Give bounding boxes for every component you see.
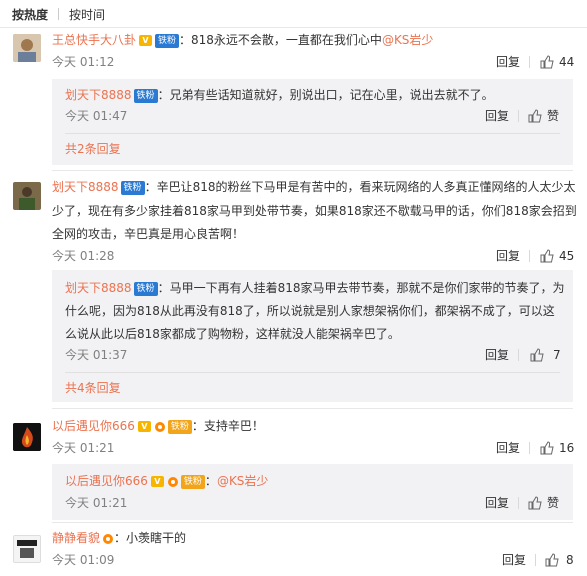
crown-icon [103,533,114,544]
action-divider [535,554,536,566]
comment-body-line: 全网的攻击，辛巴真是用心良苦啊！ [52,227,245,241]
comment-text: 划天下8888 铁粉 ：辛巴让818的粉丝下马甲是有苦中的，看来玩网络的人多真正懂网… [52,177,577,197]
comment-body: ：支持辛巴！ [191,419,264,433]
comment-body: ：818永远不会散，一直都在我们心中 [179,33,382,47]
username[interactable]: 静静看貌 [52,531,100,545]
reply-time: 今天 01:37 [65,348,128,362]
reply-button[interactable]: 回复 [485,345,509,365]
like-count: 45 [559,249,575,263]
flame-avatar-icon [13,423,41,451]
fan-badge: 铁粉 [133,281,158,296]
divider [52,408,573,409]
username[interactable]: 以后遇见你666 [65,474,148,488]
reply-body-line: 么说从此以后818家都成了购物粉，这样就没人能架祸辛巴了。 [65,327,400,341]
comment-time: 今天 01:12 [52,55,115,69]
reply-text: 以后遇见你666 V 铁粉 ：@KS岩少 [65,471,565,491]
comment-text: 静静看貌 ：小羡瞎干的 [52,528,577,548]
reply-text: 划天下8888 铁粉 ：兄弟有些话知道就好，别说出口，记在心里，说出去就不了。 [65,85,565,105]
action-divider [529,56,530,68]
reply-button[interactable]: 回复 [502,550,526,570]
reply-body: ：兄弟有些话知道就好，别说出口，记在心里，说出去就不了。 [157,88,494,102]
username[interactable]: 划天下8888 [65,88,132,102]
user-photo-icon [14,536,40,562]
sort-tabs: 按热度 按时间 [12,4,105,24]
comment-body-line: ：辛巴让818的粉丝下马甲是有苦中的，看来玩网络的人多真正懂网络的人太少太 [144,180,576,194]
comment-body-line: 少了，现在有多少家挂着818家马甲到处带节奏，如果818家还不歇载马甲的话，你们… [52,204,577,218]
fan-badge: 铁粉 [133,88,158,103]
tab-hot[interactable]: 按热度 [12,6,48,23]
divider [65,133,560,134]
reply-body: ： [204,474,217,488]
avatar[interactable] [13,535,41,563]
reply-button[interactable]: 回复 [496,438,520,458]
mention-link[interactable]: @KS岩少 [217,474,269,488]
username[interactable]: 王总快手大八卦 [52,33,136,47]
action-divider [518,349,519,361]
reply-button[interactable]: 回复 [496,246,520,266]
vip-icon: V [137,421,151,432]
divider [65,372,560,373]
action-divider [529,250,530,262]
comment-text: 以后遇见你666 V 铁粉 ：支持辛巴！ [52,416,577,436]
mention-link[interactable]: @KS岩少 [382,33,434,47]
action-divider [529,442,530,454]
like-icon[interactable] [545,553,559,567]
like-icon[interactable] [528,496,542,510]
divider [0,27,587,28]
username[interactable]: 划天下8888 [65,281,132,295]
reply-button[interactable]: 回复 [485,106,509,126]
reply-time: 今天 01:21 [65,496,128,510]
fan-badge: 铁粉 [167,419,192,434]
crown-icon [167,476,178,487]
divider [52,170,573,171]
avatar[interactable] [13,423,41,451]
like-count: 44 [559,55,575,69]
like-label[interactable]: 赞 [547,493,559,513]
reply-text: 划天下8888 铁粉 ：马甲一下再有人挂着818家马甲去带节奏，那就不是你们家带的节… [65,278,565,298]
comment-time: 今天 01:28 [52,249,115,263]
avatar[interactable] [13,182,41,210]
like-label[interactable]: 赞 [547,106,559,126]
like-icon[interactable] [540,249,554,263]
tab-time[interactable]: 按时间 [69,6,105,23]
action-divider [518,110,519,122]
comment-time: 今天 01:09 [52,553,115,567]
fan-badge: 铁粉 [180,474,205,489]
comment-body: ：小羡瞎干的 [114,531,187,545]
comment-text: 王总快手大八卦 V 铁粉 ：818永远不会散，一直都在我们心中@KS岩少 [52,30,577,50]
like-count: 16 [559,441,575,455]
user-photo-icon [13,34,41,62]
divider [52,522,573,523]
more-replies-link[interactable]: 共4条回复 [65,378,121,398]
vip-icon: V [139,35,153,46]
reply-body-line: 什么呢，因为818从此再没有818了，所以说就是别人家想架祸你们，都架祸不成了，… [65,304,555,318]
like-count: 7 [553,348,561,362]
reply-time: 今天 01:47 [65,109,128,123]
username[interactable]: 划天下8888 [52,180,119,194]
vip-icon: V [150,476,164,487]
fan-badge: 铁粉 [120,180,145,195]
more-replies-link[interactable]: 共2条回复 [65,139,121,159]
username[interactable]: 以后遇见你666 [52,419,135,433]
like-icon[interactable] [528,109,542,123]
action-divider [518,497,519,509]
reply-button[interactable]: 回复 [496,52,520,72]
fan-badge: 铁粉 [155,33,180,48]
like-icon[interactable] [540,441,554,455]
avatar[interactable] [13,34,41,62]
crown-icon [154,421,165,432]
like-icon[interactable] [540,55,554,69]
tab-separator [58,8,60,20]
user-photo-icon [13,182,41,210]
reply-body-line: ：马甲一下再有人挂着818家马甲去带节奏，那就不是你们家带的节奏了，为 [157,281,565,295]
like-count: 8 [566,553,574,567]
like-icon[interactable] [530,348,544,362]
comment-time: 今天 01:21 [52,441,115,455]
reply-button[interactable]: 回复 [485,493,509,513]
